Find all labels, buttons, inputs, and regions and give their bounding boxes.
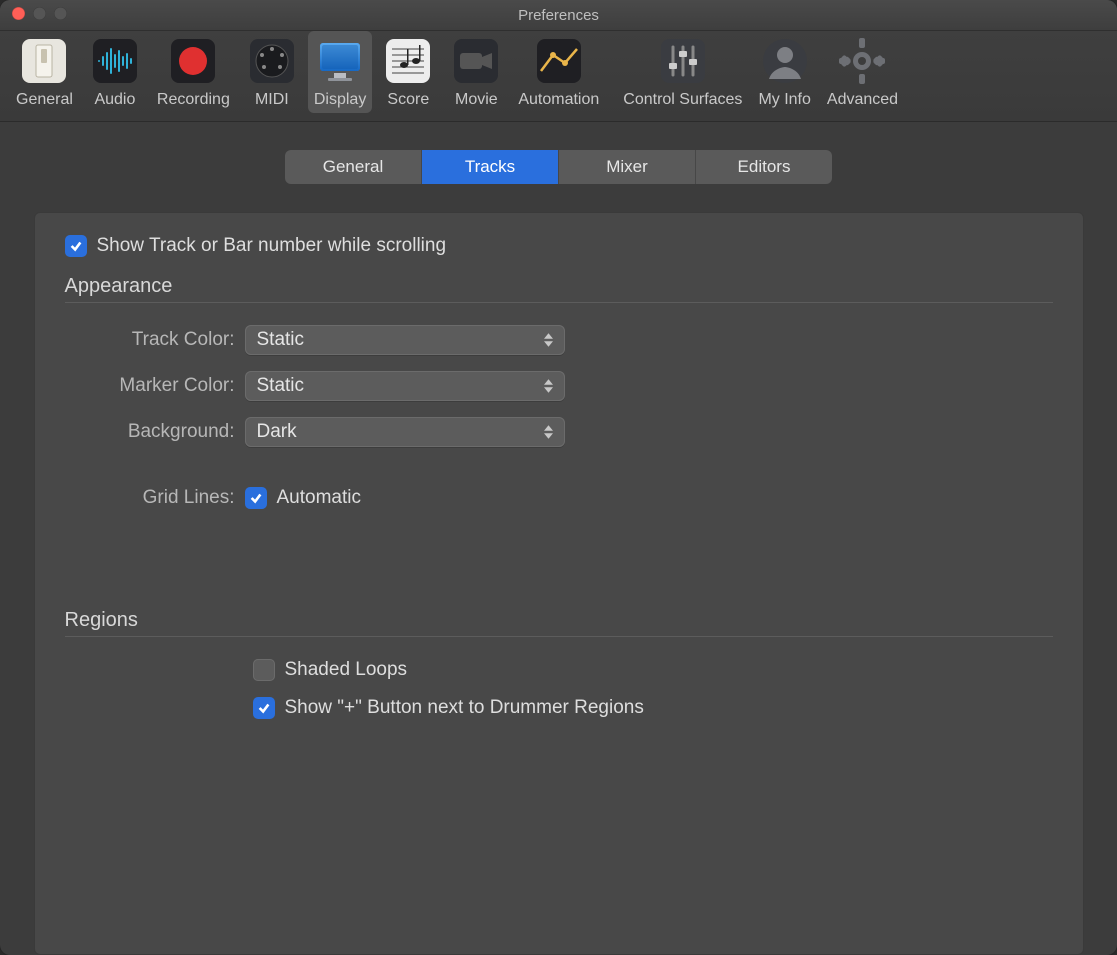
tab-mixer[interactable]: Mixer: [559, 150, 696, 184]
background-label: Background:: [65, 421, 245, 443]
toolbar-label: Automation: [518, 91, 599, 109]
audio-icon: [89, 35, 141, 87]
toolbar: General Audio Recording MIDI Display: [0, 31, 1117, 122]
plus-drummer-label: Show "+" Button next to Drummer Regions: [285, 697, 644, 719]
background-value: Dark: [257, 421, 297, 443]
dropdown-arrows-icon: [537, 374, 561, 398]
toolbar-label: General: [16, 91, 73, 109]
titlebar: Preferences: [0, 0, 1117, 31]
marker-color-dropdown[interactable]: Static: [245, 371, 565, 401]
grid-lines-value: Automatic: [277, 487, 361, 509]
toolbar-item-display[interactable]: Display: [308, 31, 372, 113]
marker-color-value: Static: [257, 375, 305, 397]
dropdown-arrows-icon: [537, 420, 561, 444]
shaded-loops-checkbox[interactable]: [253, 659, 275, 681]
track-color-dropdown[interactable]: Static: [245, 325, 565, 355]
content-area: General Tracks Mixer Editors Show Track …: [0, 122, 1117, 955]
tab-general[interactable]: General: [285, 150, 422, 184]
preferences-window: Preferences General Audio Recording: [0, 0, 1117, 955]
window-close-button[interactable]: [12, 7, 25, 20]
my-info-icon: [759, 35, 811, 87]
show-number-checkbox[interactable]: [65, 235, 87, 257]
divider: [65, 302, 1053, 303]
toolbar-label: Audio: [94, 91, 135, 109]
toolbar-item-advanced[interactable]: Advanced: [821, 31, 904, 113]
grid-lines-label: Grid Lines:: [65, 487, 245, 509]
marker-color-label: Marker Color:: [65, 375, 245, 397]
section-title-regions: Regions: [65, 609, 1053, 632]
tab-tracks[interactable]: Tracks: [422, 150, 559, 184]
window-minimize-button[interactable]: [33, 7, 46, 20]
segmented-control: General Tracks Mixer Editors: [285, 150, 832, 184]
divider: [65, 636, 1053, 637]
grid-lines-checkbox[interactable]: [245, 487, 267, 509]
advanced-icon: [836, 35, 888, 87]
toolbar-label: Control Surfaces: [623, 91, 742, 109]
midi-icon: [246, 35, 298, 87]
toolbar-item-automation[interactable]: Automation: [512, 31, 605, 113]
dropdown-arrows-icon: [537, 328, 561, 352]
toolbar-label: Advanced: [827, 91, 898, 109]
toolbar-label: Recording: [157, 91, 230, 109]
automation-icon: [533, 35, 585, 87]
regions-rows: Shaded Loops Show "+" Button next to Dru…: [253, 659, 1053, 719]
appearance-grid: Track Color: Static Marker Color: Static: [65, 325, 1053, 447]
toolbar-item-recording[interactable]: Recording: [151, 31, 236, 113]
plus-drummer-checkbox[interactable]: [253, 697, 275, 719]
track-color-value: Static: [257, 329, 305, 351]
show-number-label: Show Track or Bar number while scrolling: [97, 235, 447, 257]
tracks-panel: Show Track or Bar number while scrolling…: [34, 212, 1084, 955]
toolbar-label: MIDI: [255, 91, 289, 109]
window-zoom-button[interactable]: [54, 7, 67, 20]
gridlines-grid: Grid Lines: Automatic: [65, 487, 1053, 509]
toolbar-item-midi[interactable]: MIDI: [240, 31, 304, 113]
toolbar-label: Display: [314, 91, 366, 109]
recording-icon: [167, 35, 219, 87]
display-icon: [314, 35, 366, 87]
shaded-loops-label: Shaded Loops: [285, 659, 408, 681]
background-dropdown[interactable]: Dark: [245, 417, 565, 447]
track-color-label: Track Color:: [65, 329, 245, 351]
general-icon: [18, 35, 70, 87]
movie-icon: [450, 35, 502, 87]
toolbar-item-my-info[interactable]: My Info: [752, 31, 816, 113]
toolbar-item-general[interactable]: General: [10, 31, 79, 113]
toolbar-item-movie[interactable]: Movie: [444, 31, 508, 113]
traffic-lights: [12, 7, 67, 20]
toolbar-label: Movie: [455, 91, 498, 109]
toolbar-item-score[interactable]: Score: [376, 31, 440, 113]
show-number-row: Show Track or Bar number while scrolling: [65, 235, 1053, 257]
tab-editors[interactable]: Editors: [696, 150, 832, 184]
toolbar-item-audio[interactable]: Audio: [83, 31, 147, 113]
score-icon: [382, 35, 434, 87]
toolbar-item-control-surfaces[interactable]: Control Surfaces: [617, 31, 748, 113]
control-surfaces-icon: [657, 35, 709, 87]
toolbar-label: Score: [387, 91, 429, 109]
toolbar-label: My Info: [758, 91, 810, 109]
section-title-appearance: Appearance: [65, 275, 1053, 298]
window-title: Preferences: [518, 7, 599, 24]
